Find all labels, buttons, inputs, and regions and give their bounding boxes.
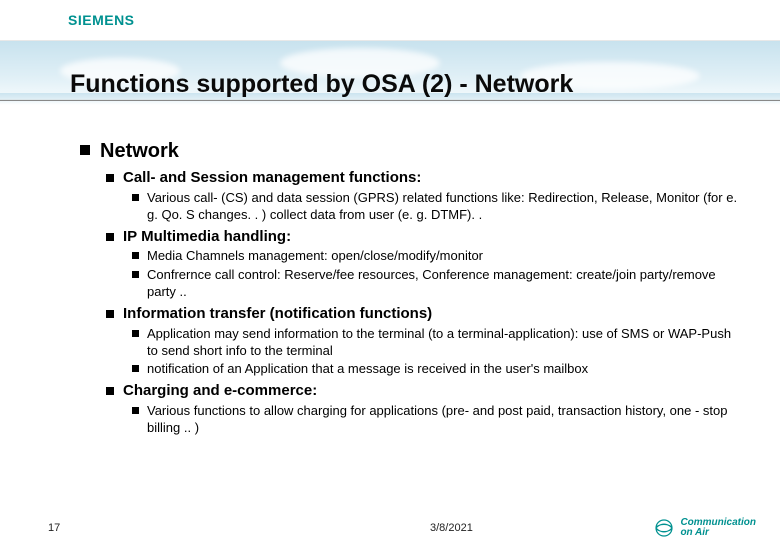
subitem-text: Application may send information to the … — [147, 326, 740, 360]
square-bullet-icon — [106, 387, 114, 395]
square-bullet-icon — [80, 145, 90, 155]
list-subitem: Various functions to allow charging for … — [132, 403, 740, 437]
square-bullet-icon — [106, 233, 114, 241]
list-item: IP Multimedia handling: — [106, 228, 740, 247]
square-bullet-icon — [132, 271, 139, 278]
item-heading: IP Multimedia handling: — [123, 228, 291, 247]
list-subitem: Media Chamnels management: open/close/mo… — [132, 248, 740, 265]
list-item: Information transfer (notification funct… — [106, 305, 740, 324]
square-bullet-icon — [106, 310, 114, 318]
square-bullet-icon — [132, 330, 139, 337]
subitem-text: Various functions to allow charging for … — [147, 403, 740, 437]
footer-logo-line2: on Air — [680, 527, 709, 538]
brand-logo: SIEMENS — [68, 12, 135, 28]
subitem-text: Various call- (CS) and data session (GPR… — [147, 190, 740, 224]
item-heading: Charging and e-commerce: — [123, 382, 317, 401]
subitem-text: Confrernce call control: Reserve/fee res… — [147, 267, 740, 301]
list-subitem: Application may send information to the … — [132, 326, 740, 360]
list-item: Charging and e-commerce: — [106, 382, 740, 401]
square-bullet-icon — [132, 194, 139, 201]
footer-logo-text: Communication on Air — [680, 518, 756, 538]
footer-logo: Communication on Air — [653, 517, 756, 539]
footer-date: 3/8/2021 — [430, 522, 473, 534]
content-area: Network Call- and Session management fun… — [80, 140, 740, 439]
globe-wave-icon — [653, 517, 675, 539]
title-underline — [0, 100, 780, 101]
square-bullet-icon — [132, 365, 139, 372]
section-row: Network — [80, 140, 740, 163]
square-bullet-icon — [132, 252, 139, 259]
subitem-text: Media Chamnels management: open/close/mo… — [147, 248, 483, 265]
page-number: 17 — [48, 522, 60, 534]
subitem-text: notification of an Application that a me… — [147, 361, 588, 378]
list-subitem: Confrernce call control: Reserve/fee res… — [132, 267, 740, 301]
header: SIEMENS — [0, 0, 780, 40]
square-bullet-icon — [132, 407, 139, 414]
item-heading: Information transfer (notification funct… — [123, 305, 432, 324]
section-heading: Network — [100, 140, 179, 163]
list-item: Call- and Session management functions: — [106, 169, 740, 188]
item-heading: Call- and Session management functions: — [123, 169, 421, 188]
list-subitem: notification of an Application that a me… — [132, 361, 740, 378]
list-subitem: Various call- (CS) and data session (GPR… — [132, 190, 740, 224]
square-bullet-icon — [106, 174, 114, 182]
slide-title: Functions supported by OSA (2) - Network — [70, 70, 573, 99]
